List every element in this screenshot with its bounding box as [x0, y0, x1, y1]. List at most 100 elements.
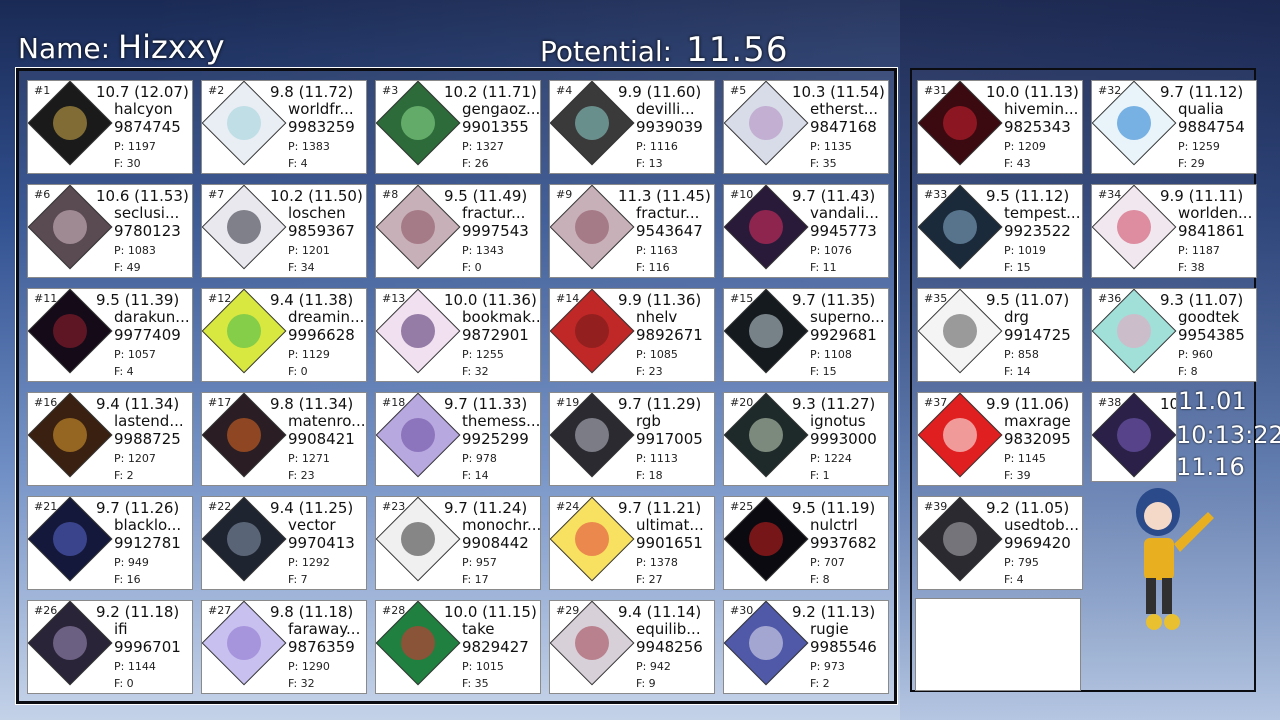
score-value: 9825343 — [1004, 118, 1071, 136]
score-card: #27 9.8 (11.18) faraway... 9876359 P: 1290 F:… — [201, 600, 367, 694]
rank-label: #32 — [1098, 84, 1122, 97]
score-value: 9892671 — [636, 326, 703, 344]
score-card: #28 10.0 (11.15) take 9829427 P: 1015 F: 35 — [375, 600, 541, 694]
score-value: 9859367 — [288, 222, 355, 240]
far-count: F: 8 — [1178, 365, 1198, 378]
play-rating: 9.7 (11.24) — [444, 499, 528, 517]
score-card: #8 9.5 (11.49) fractur... 9997543 P: 1343 F: … — [375, 184, 541, 278]
score-card: #26 9.2 (11.18) ifi 9996701 P: 1144 F: 0 — [27, 600, 193, 694]
song-title: nhelv — [636, 308, 678, 326]
far-count: F: 9 — [636, 677, 656, 690]
play-rating: 9.9 (11.06) — [986, 395, 1070, 413]
song-title: blacklo... — [114, 516, 182, 534]
pure-count: P: 942 — [636, 660, 671, 673]
play-rating: 10.6 (11.53) — [96, 187, 189, 205]
song-title: matenro... — [288, 412, 366, 430]
score-card: #13 10.0 (11.36) bookmak... 9872901 P: 1255 F… — [375, 288, 541, 382]
song-title: faraway... — [288, 620, 361, 638]
score-card: #14 9.9 (11.36) nhelv 9892671 P: 1085 F: 23 — [549, 288, 715, 382]
play-rating: 9.5 (11.07) — [986, 291, 1070, 309]
potential-label: Potential: — [540, 35, 673, 68]
rank-label: #31 — [924, 84, 948, 97]
pure-count: P: 1019 — [1004, 244, 1046, 257]
play-rating: 9.5 (11.12) — [986, 187, 1070, 205]
score-card: #5 10.3 (11.54) etherst... 9847168 P: 1135 F:… — [723, 80, 889, 174]
far-count: F: 15 — [1004, 261, 1031, 274]
song-title: hivemin... — [1004, 100, 1079, 118]
rank-label: #14 — [556, 292, 580, 305]
far-count: F: 23 — [288, 469, 315, 482]
song-title: equilib... — [636, 620, 701, 638]
play-rating: 9.3 (11.27) — [792, 395, 876, 413]
rank-label: #36 — [1098, 292, 1122, 305]
pure-count: P: 1209 — [1004, 140, 1046, 153]
pure-count: P: 1076 — [810, 244, 852, 257]
score-card: #18 9.7 (11.33) themess... 9925299 P: 978 F: … — [375, 392, 541, 486]
score-card: #35 9.5 (11.07) drg 9914725 P: 858 F: 14 — [917, 288, 1083, 382]
play-rating: 10.2 (11.71) — [444, 83, 537, 101]
rank-label: #38 — [1098, 396, 1122, 409]
score-value: 9929681 — [810, 326, 877, 344]
score-value: 9983259 — [288, 118, 355, 136]
rank-label: #18 — [382, 396, 406, 409]
score-value: 9908421 — [288, 430, 355, 448]
play-rating: 9.7 (11.43) — [792, 187, 876, 205]
song-title: take — [462, 620, 495, 638]
rank-label: #29 — [556, 604, 580, 617]
rank-label: #39 — [924, 500, 948, 513]
far-count: F: 38 — [1178, 261, 1205, 274]
score-value: 9925299 — [462, 430, 529, 448]
pure-count: P: 1145 — [1004, 452, 1046, 465]
score-value: 9996628 — [288, 326, 355, 344]
rank-label: #23 — [382, 500, 406, 513]
pure-count: P: 1085 — [636, 348, 678, 361]
song-title: goodtek — [1178, 308, 1240, 326]
pure-count: P: 1083 — [114, 244, 156, 257]
play-rating: 9.7 (11.33) — [444, 395, 528, 413]
song-title: devilli... — [636, 100, 695, 118]
far-count: F: 8 — [810, 573, 830, 586]
song-title: drg — [1004, 308, 1029, 326]
rank-label: #22 — [208, 500, 232, 513]
play-rating: 10.2 (11.50) — [270, 187, 363, 205]
rank-label: #9 — [556, 188, 573, 201]
score-value: 9939039 — [636, 118, 703, 136]
rank-label: #34 — [1098, 188, 1122, 201]
rank-label: #20 — [730, 396, 754, 409]
song-title: loschen — [288, 204, 346, 222]
far-count: F: 2 — [114, 469, 134, 482]
far-count: F: 0 — [114, 677, 134, 690]
score-value: 9829427 — [462, 638, 529, 656]
score-value: 9872901 — [462, 326, 529, 344]
score-value: 9970413 — [288, 534, 355, 552]
rank-label: #11 — [34, 292, 58, 305]
overflow-value-2: 10:13:22 — [1176, 421, 1280, 449]
far-count: F: 30 — [114, 157, 141, 170]
score-card: #19 9.7 (11.29) rgb 9917005 P: 1113 F: 18 — [549, 392, 715, 486]
pure-count: P: 1290 — [288, 660, 330, 673]
score-card: #32 9.7 (11.12) qualia 9884754 P: 1259 F: 29 — [1091, 80, 1257, 174]
score-value: 9945773 — [810, 222, 877, 240]
pure-count: P: 1255 — [462, 348, 504, 361]
pure-count: P: 1015 — [462, 660, 504, 673]
overflow-value-3: 11.16 — [1176, 453, 1245, 481]
score-card: #34 9.9 (11.11) worlden... 9841861 P: 1187 F:… — [1091, 184, 1257, 278]
play-rating: 10.0 (11.15) — [444, 603, 537, 621]
score-card: #25 9.5 (11.19) nulctrl 9937682 P: 707 F: 8 — [723, 496, 889, 590]
far-count: F: 17 — [462, 573, 489, 586]
pure-count: P: 1113 — [636, 452, 678, 465]
pure-count: P: 1144 — [114, 660, 156, 673]
score-card: #3 10.2 (11.71) gengaoz... 9901355 P: 1327 F:… — [375, 80, 541, 174]
song-title: maxrage — [1004, 412, 1071, 430]
rank-label: #12 — [208, 292, 232, 305]
far-count: F: 27 — [636, 573, 663, 586]
play-rating: 9.4 (11.14) — [618, 603, 702, 621]
song-title: worlden... — [1178, 204, 1253, 222]
song-title: superno... — [810, 308, 885, 326]
pure-count: P: 1259 — [1178, 140, 1220, 153]
play-rating: 10.0 (11.36) — [444, 291, 537, 309]
far-count: F: 4 — [288, 157, 308, 170]
score-card: #30 9.2 (11.13) rugie 9985546 P: 973 F: 2 — [723, 600, 889, 694]
far-count: F: 11 — [810, 261, 837, 274]
pure-count: P: 707 — [810, 556, 845, 569]
